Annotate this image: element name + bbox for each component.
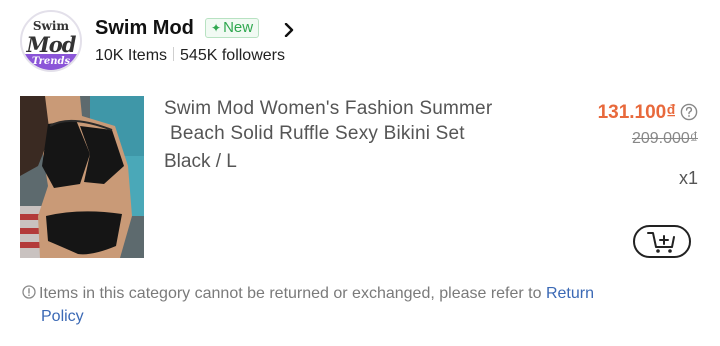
- stats-divider: [173, 47, 175, 61]
- info-circle-icon: [22, 285, 36, 299]
- question-circle-icon[interactable]: [680, 103, 698, 121]
- logo-band: Trends: [22, 54, 80, 70]
- price-original: 209.000₫: [631, 130, 698, 147]
- return-policy-link-word2[interactable]: Policy: [41, 308, 84, 325]
- store-logo[interactable]: Swim Mod Trends: [20, 10, 82, 72]
- store-name[interactable]: Swim Mod: [95, 17, 194, 40]
- product-variant[interactable]: Black / L: [164, 151, 237, 173]
- new-badge: ✦ New: [205, 18, 260, 38]
- quantity: x1: [678, 168, 698, 188]
- store-header: Swim Mod Trends Swim Mod ✦ New 10K Items 5…: [20, 10, 700, 76]
- price-current: 131.100₫: [597, 102, 676, 123]
- product-title[interactable]: Swim Mod Women's Fashion Summer Beach So…: [164, 96, 554, 146]
- items-count: 10K Items: [95, 47, 168, 64]
- return-notice-text: Items in this category cannot be returne…: [39, 285, 542, 302]
- sparkle-icon: ✦: [211, 21, 222, 35]
- add-to-cart-button[interactable]: [633, 225, 691, 258]
- chevron-right-icon[interactable]: [282, 23, 296, 37]
- add-to-cart-icon: [647, 231, 675, 253]
- store-stats: 10K Items 545K followers: [95, 47, 285, 65]
- product-title-line1: Swim Mod Women's Fashion Summer: [164, 98, 493, 119]
- return-notice: Items in this category cannot be returne…: [22, 282, 692, 328]
- return-policy-link-word1[interactable]: Return: [546, 285, 594, 302]
- product-title-line2: Beach Solid Ruffle Sexy Bikini Set: [170, 123, 465, 144]
- new-badge-label: New: [223, 19, 254, 36]
- followers-count: 545K followers: [180, 47, 285, 64]
- logo-line1: Swim: [32, 19, 70, 33]
- bikini-photo: [20, 96, 144, 258]
- product-image[interactable]: [20, 96, 144, 258]
